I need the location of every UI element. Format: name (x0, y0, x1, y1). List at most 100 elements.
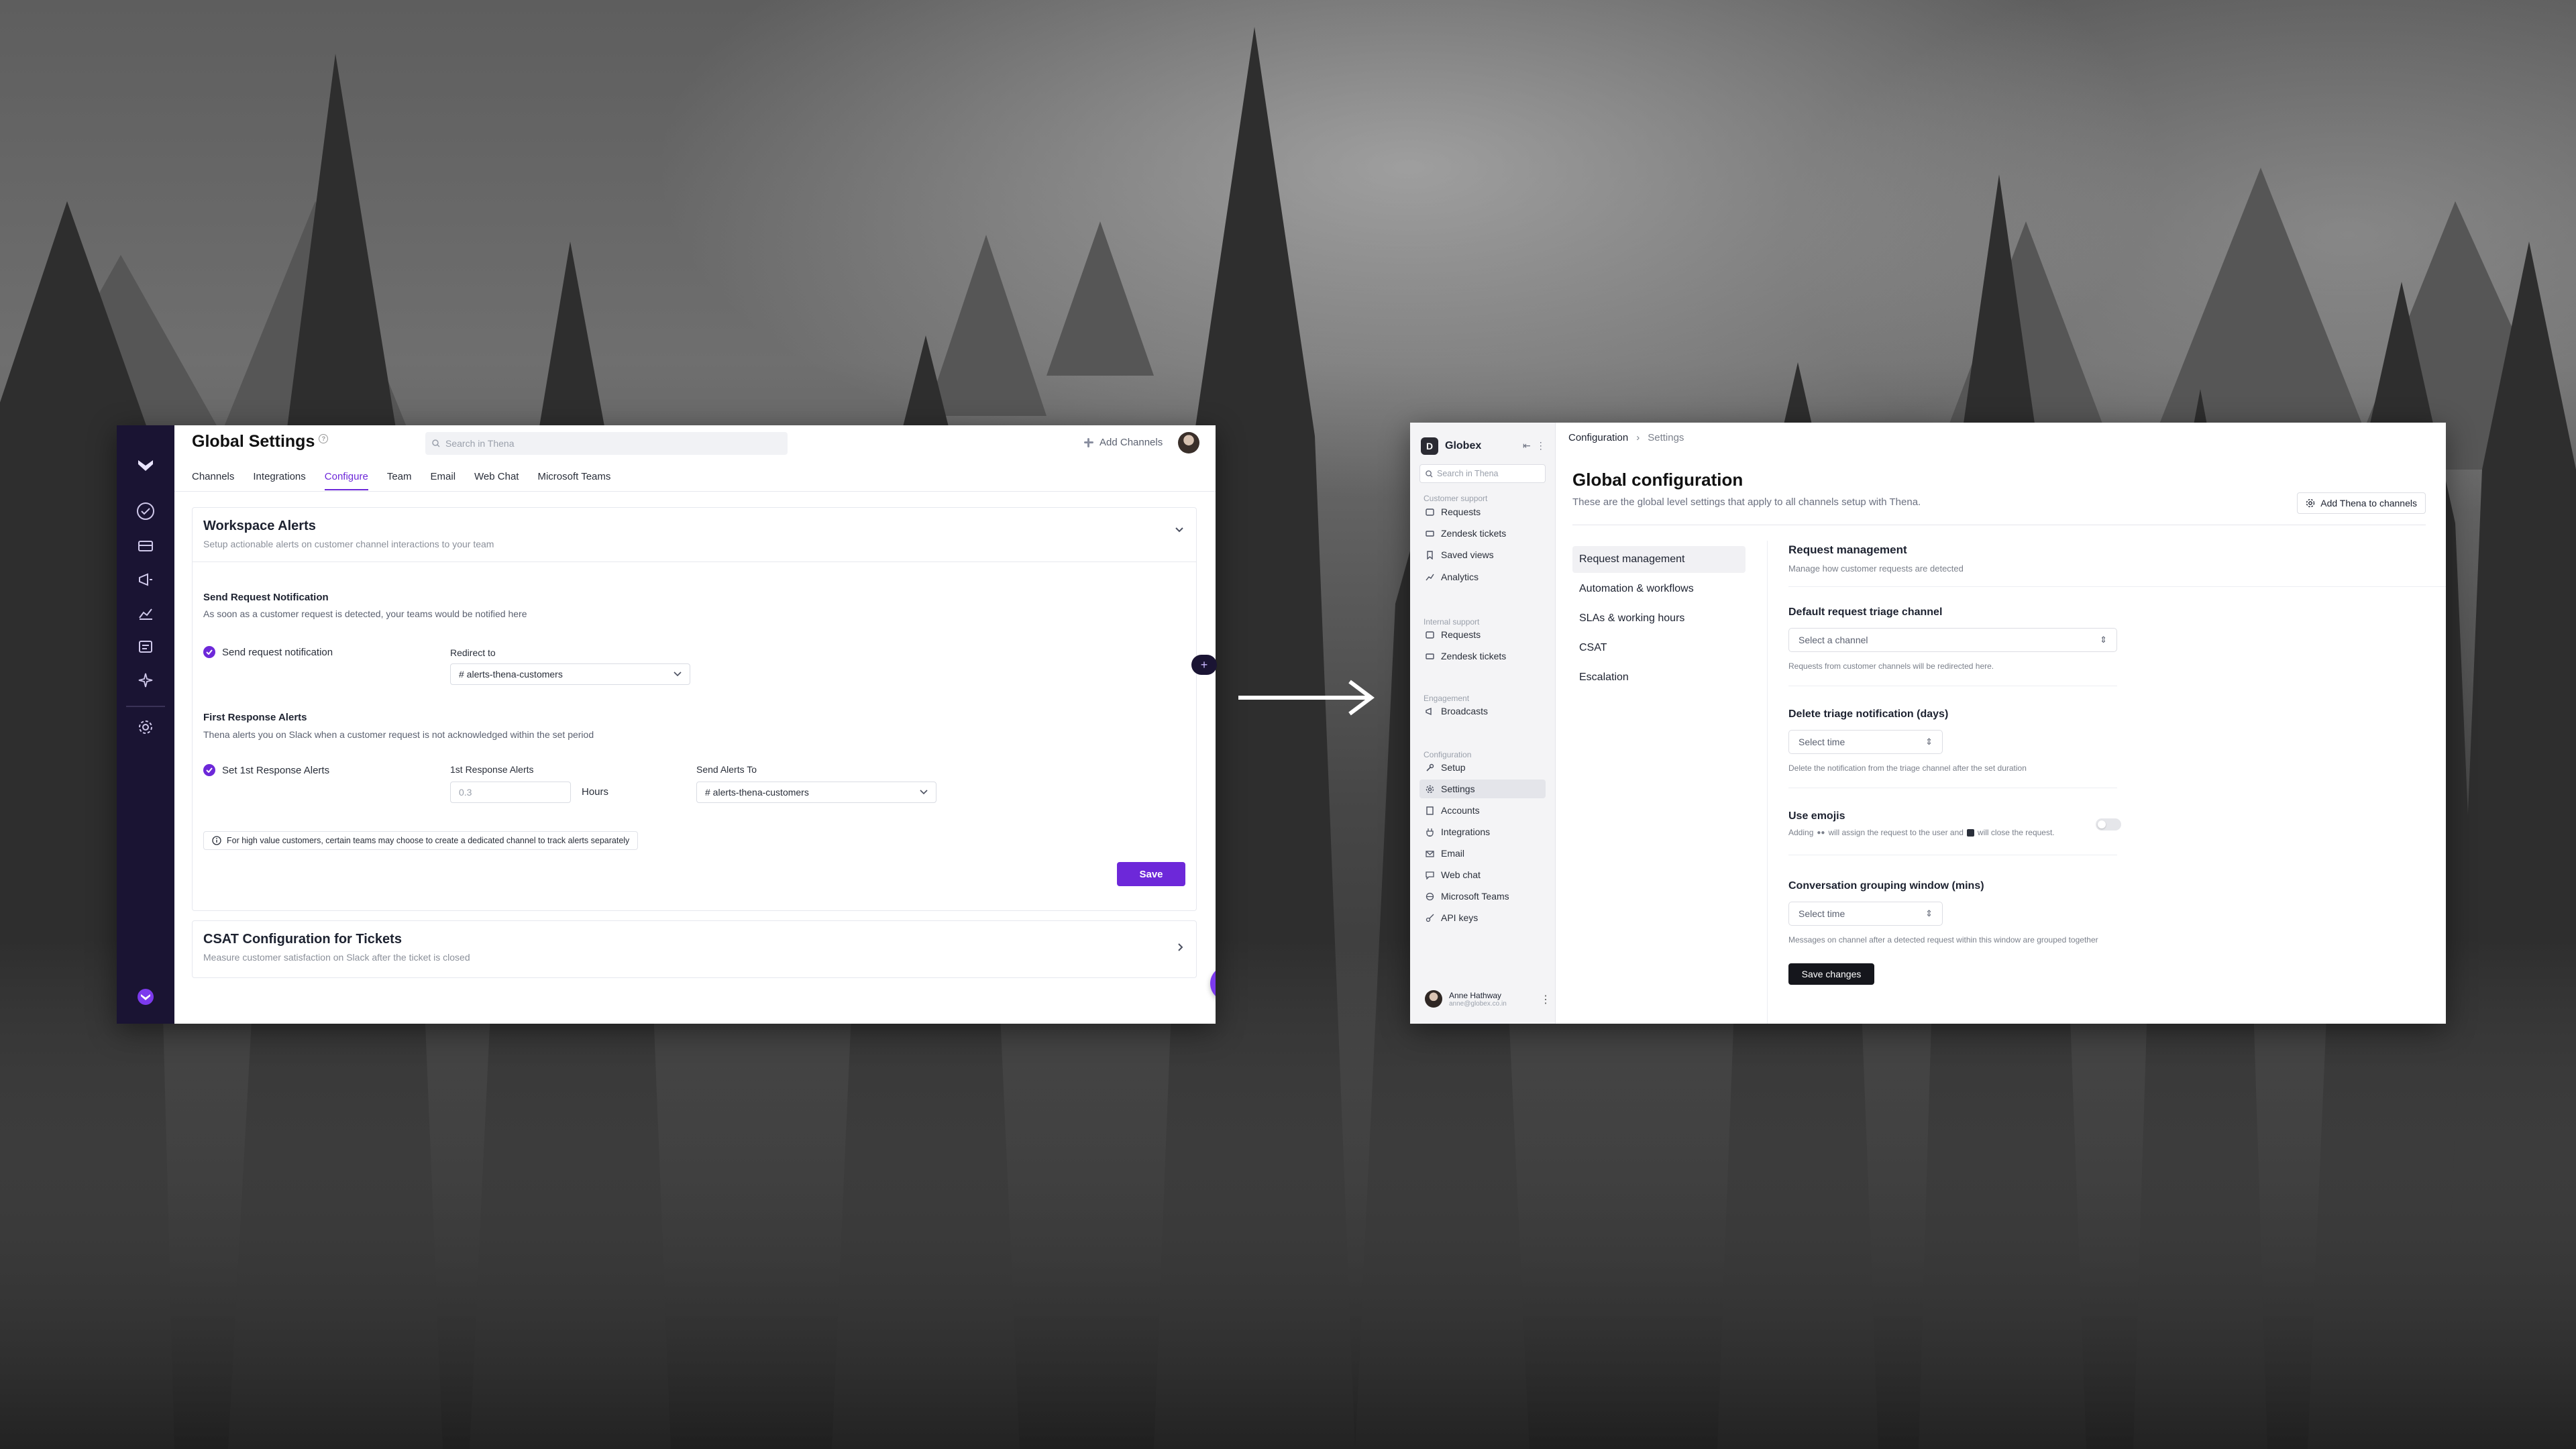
add-channels-button[interactable]: Add Channels (1083, 437, 1163, 448)
section-subtitle: Manage how customer requests are detecte… (1788, 564, 1964, 574)
collapse-sidebar-handle[interactable]: + (1191, 655, 1217, 675)
check-icon (203, 764, 215, 776)
group-customer-support: Customer support (1424, 494, 1488, 503)
check-circle-icon[interactable] (133, 499, 158, 523)
info-note-text: For high value customers, certain teams … (227, 836, 630, 845)
save-button[interactable]: Save (1117, 862, 1185, 886)
sidebar-item-internal-zendesk[interactable]: Zendesk tickets (1419, 647, 1546, 665)
chevron-updown-icon: ⇕ (1925, 908, 1933, 918)
sidebar-item-label: Analytics (1441, 572, 1479, 582)
collapse-icon[interactable]: ⇤ (1523, 440, 1531, 451)
chevron-down-icon (674, 672, 682, 677)
triage-channel-select[interactable]: Select a channel ⇕ (1788, 628, 2117, 652)
mail-icon (1425, 849, 1434, 858)
sparkle-icon[interactable] (133, 668, 158, 692)
gear-icon[interactable] (133, 715, 158, 739)
rail-divider (126, 706, 165, 707)
tab-integrations[interactable]: Integrations (253, 471, 305, 490)
tab-web-chat[interactable]: Web Chat (474, 471, 519, 490)
chat-fab-button[interactable] (1210, 966, 1216, 1001)
sidebar-item-email[interactable]: Email (1419, 844, 1546, 863)
breadcrumb-configuration[interactable]: Configuration (1568, 432, 1628, 443)
info-icon (212, 836, 221, 845)
delete-triage-select[interactable]: Select time ⇕ (1788, 730, 1943, 754)
user-profile[interactable]: Anne Hathway anne@globex.co.in (1425, 990, 1507, 1008)
breadcrumb-settings[interactable]: Settings (1648, 432, 1684, 443)
section-divider (1788, 586, 2446, 587)
grouping-window-select[interactable]: Select time ⇕ (1788, 902, 1943, 926)
nav-escalation[interactable]: Escalation (1572, 664, 1746, 691)
chevron-down-icon[interactable] (1175, 527, 1184, 533)
csat-title: CSAT Configuration for Tickets (203, 932, 402, 947)
megaphone-icon[interactable] (133, 568, 158, 592)
page-title: Global configuration (1572, 470, 1743, 490)
sidebar-item-label: Integrations (1441, 826, 1491, 837)
use-emojis-toggle[interactable] (2096, 818, 2121, 830)
first-response-hours-input[interactable]: 0.3 (450, 782, 571, 803)
chart-icon[interactable] (133, 601, 158, 625)
nav-automation-workflows[interactable]: Automation & workflows (1572, 576, 1746, 602)
user-menu-icon[interactable]: ⋮ (1540, 993, 1551, 1006)
tab-channels[interactable]: Channels (192, 471, 234, 490)
org-logo-icon: D (1421, 437, 1438, 455)
avatar[interactable] (1178, 432, 1199, 453)
nav-csat[interactable]: CSAT (1572, 635, 1746, 661)
ticket-icon[interactable] (133, 534, 158, 558)
building-icon (1425, 806, 1434, 815)
sidebar-item-settings[interactable]: Settings (1419, 780, 1546, 798)
thena-logo-icon[interactable] (133, 453, 158, 478)
info-icon[interactable]: ? (319, 433, 329, 443)
search-input[interactable]: Search in Thena (425, 432, 788, 455)
sidebar-item-broadcasts[interactable]: Broadcasts (1419, 702, 1546, 720)
sidebar-item-api-keys[interactable]: API keys (1419, 908, 1546, 927)
more-vertical-icon[interactable]: ⋮ (1536, 440, 1546, 451)
chevron-down-icon (920, 790, 928, 795)
sidebar-item-analytics[interactable]: Analytics (1419, 568, 1546, 586)
redirect-channel-select[interactable]: # alerts-thena-customers (450, 663, 690, 685)
chevron-updown-icon: ⇕ (1925, 737, 1933, 747)
workspace-alerts-header[interactable]: Workspace Alerts Setup actionable alerts… (193, 508, 1196, 562)
sidebar-item-integrations[interactable]: Integrations (1419, 822, 1546, 841)
tab-microsoft-teams[interactable]: Microsoft Teams (537, 471, 610, 490)
section-title: Request management (1788, 543, 1907, 556)
workspace-alerts-title: Workspace Alerts (203, 519, 316, 533)
nav-request-management[interactable]: Request management (1572, 546, 1746, 573)
sidebar-item-accounts[interactable]: Accounts (1419, 801, 1546, 820)
tab-team[interactable]: Team (387, 471, 412, 490)
thena-bottom-icon[interactable] (133, 985, 158, 1009)
csat-subtitle: Measure customer satisfaction on Slack a… (203, 952, 470, 963)
tab-email[interactable]: Email (431, 471, 456, 490)
save-changes-button[interactable]: Save changes (1788, 963, 1874, 985)
send-request-checkbox[interactable]: Send request notification (203, 646, 333, 658)
use-emojis-hint-b: will assign the request to the user and (1828, 828, 1964, 837)
chevron-right-icon[interactable] (1177, 943, 1184, 952)
add-thena-button[interactable]: Add Thena to channels (2297, 492, 2426, 514)
settings-main: Global Settings? Search in Thena Add Cha… (174, 425, 1216, 1024)
sidebar-item-label: Web chat (1441, 869, 1481, 880)
checkmark-emoji-icon (1966, 828, 1974, 837)
sidebar-item-requests[interactable]: Requests (1419, 502, 1546, 521)
delete-triage-placeholder: Select time (1799, 737, 1845, 747)
sidebar-search-input[interactable]: Search in Thena (1419, 464, 1546, 483)
sidebar-item-label: Broadcasts (1441, 706, 1489, 716)
nav-slas-working-hours[interactable]: SLAs & working hours (1572, 605, 1746, 632)
sidebar-item-label: Requests (1441, 629, 1481, 640)
triage-channel-label: Default request triage channel (1788, 606, 1943, 618)
first-response-checkbox[interactable]: Set 1st Response Alerts (203, 764, 329, 776)
sidebar-item-label: Saved views (1441, 549, 1494, 560)
settings-tabs: Channels Integrations Configure Team Ema… (192, 471, 629, 490)
sidebar-item-zendesk-tickets[interactable]: Zendesk tickets (1419, 524, 1546, 543)
send-alerts-to-select[interactable]: # alerts-thena-customers (696, 782, 936, 803)
avatar (1425, 990, 1442, 1008)
org-switcher[interactable]: D Globex (1421, 437, 1481, 455)
csat-card[interactable]: CSAT Configuration for Tickets Measure c… (192, 920, 1197, 978)
sidebar-item-saved-views[interactable]: Saved views (1419, 545, 1546, 564)
gear-icon (1425, 784, 1434, 794)
sidebar-item-internal-requests[interactable]: Requests (1419, 625, 1546, 644)
tab-configure[interactable]: Configure (324, 471, 368, 490)
sidebar-item-setup[interactable]: Setup (1419, 758, 1546, 777)
list-icon[interactable] (133, 635, 158, 659)
sidebar-item-microsoft-teams[interactable]: Microsoft Teams (1419, 887, 1546, 906)
sidebar-item-web-chat[interactable]: Web chat (1419, 865, 1546, 884)
nav-divider (1767, 541, 1768, 1024)
